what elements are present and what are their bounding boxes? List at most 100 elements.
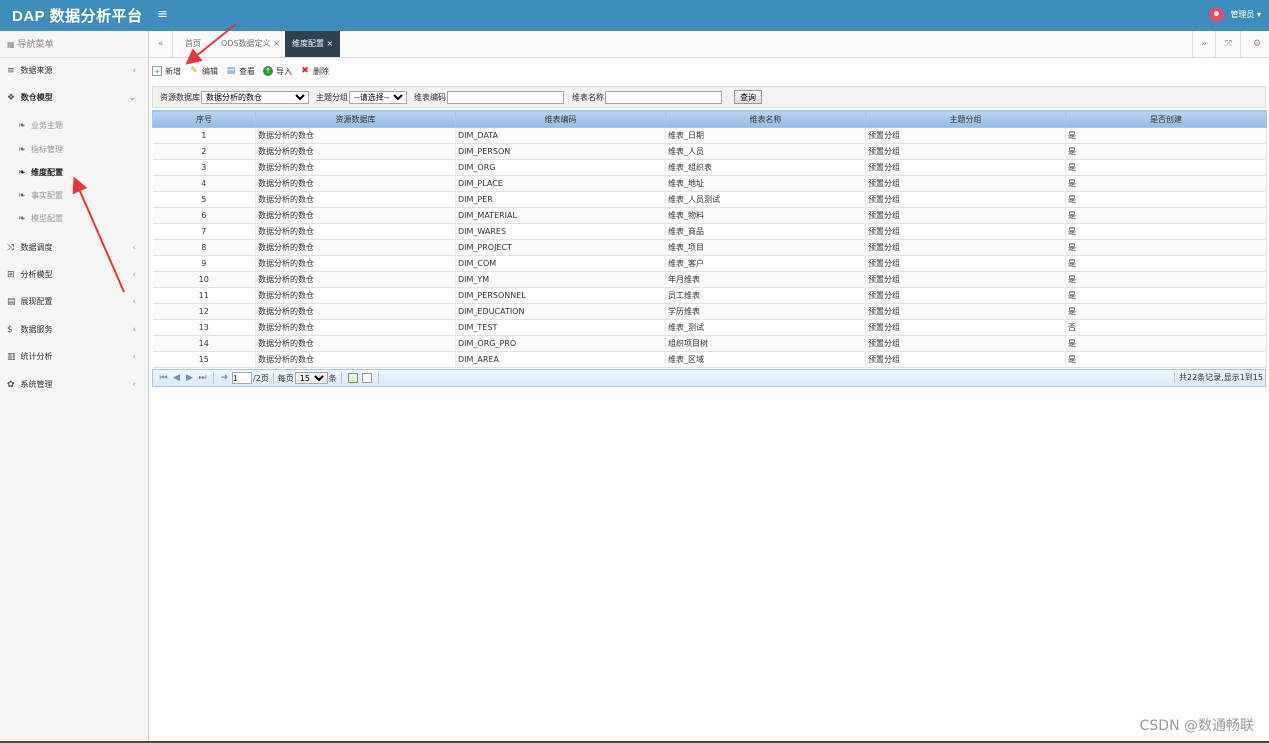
table-row[interactable]: 6 数据分析的数仓 DIM_MATERIAL 维表_物料 预置分组是	[152, 207, 1267, 224]
first-page-icon[interactable]: ⏮	[157, 373, 170, 383]
table-row[interactable]: 2 数据分析的数仓 DIM_PERSON 维表_人员 预置分组是	[152, 143, 1267, 160]
sidebar-item-data-source[interactable]: ≡ 数据来源 ‹	[0, 60, 148, 82]
tab-home[interactable]: 首页	[178, 31, 208, 57]
tab-scroll-right-icon[interactable]: »	[1192, 31, 1216, 57]
column-header[interactable]: 维表名称	[665, 110, 866, 128]
table-row[interactable]: 9 数据分析的数仓 DIM_COM 维表_客户 预置分组是	[152, 255, 1267, 272]
table-row[interactable]: 10 数据分析的数仓 DIM_YM 年月维表 预置分组是	[152, 271, 1267, 288]
prev-page-icon[interactable]: ◀	[170, 373, 183, 383]
column-header[interactable]: 主题分组	[865, 110, 1066, 128]
table-cell: 预置分组	[865, 303, 1066, 320]
table-cell: 是	[1065, 127, 1267, 144]
sitemap-icon: ⊞	[7, 270, 15, 280]
dimension-table: 序号 资源数据库 维表编码 维表名称 主题分组 是否创建 1 数据分析的数仓 DIM_DATA…	[152, 110, 1267, 368]
table-row[interactable]: 11 数据分析的数仓 DIM_PERSONNEL 员工维表 预置分组是	[152, 287, 1267, 304]
gear-icon: ✿	[7, 380, 15, 390]
sidebar-subitem-fact-config[interactable]: ❧ 事实配置	[0, 185, 148, 207]
table-row[interactable]: 7 数据分析的数仓 DIM_WARES 维表_商品 预置分组是	[152, 223, 1267, 240]
search-bar: 资源数据库 数据分析的数仓 主题分组 --请选择-- 维表编码 维表名称 查询	[152, 86, 1266, 108]
tab-scroll-left-icon[interactable]: «	[149, 31, 173, 57]
user-avatar-icon	[1209, 7, 1225, 22]
table-row[interactable]: 1 数据分析的数仓 DIM_DATA 维表_日期 预置分组是	[152, 127, 1267, 144]
top-header: DAP 数据分析平台 ≡ 管理员 ▾	[0, 0, 1269, 31]
column-header[interactable]: 是否创建	[1065, 110, 1267, 128]
view-button[interactable]: ▤ 查看	[226, 66, 255, 77]
table-cell: 是	[1065, 335, 1267, 352]
menu-toggle-icon[interactable]: ≡	[157, 7, 168, 22]
tab-ods-definition[interactable]: ODS数据定义 ×	[214, 31, 287, 57]
table-cell: 是	[1065, 287, 1267, 304]
sidebar-item-scheduling[interactable]: ⤨ 数据调度 ‹	[0, 237, 148, 259]
user-menu[interactable]: 管理员 ▾	[1209, 7, 1261, 22]
table-cell: 预置分组	[865, 143, 1066, 160]
sidebar-subitem-metric-mgmt[interactable]: ❧ 指标管理	[0, 139, 148, 161]
sidebar-subitem-business-topic[interactable]: ❧ 业务主题	[0, 115, 148, 137]
delete-button[interactable]: ✖ 删除	[300, 66, 329, 77]
table-row[interactable]: 5 数据分析的数仓 DIM_PER 维表_人员测试 预置分组是	[152, 191, 1267, 208]
table-row[interactable]: 8 数据分析的数仓 DIM_PROJECT 维表_项目 预置分组是	[152, 239, 1267, 256]
settings-icon[interactable]: ⚙	[1245, 31, 1269, 57]
table-cell: 维表_区域	[665, 351, 866, 368]
fullscreen-icon[interactable]: ⤧	[1217, 31, 1241, 57]
table-cell: DIM_PLACE	[455, 175, 666, 192]
table-cell: 员工维表	[665, 287, 866, 304]
sidebar-item-dw-model[interactable]: ❖ 数仓模型 ⌄	[0, 87, 148, 109]
table-row[interactable]: 4 数据分析的数仓 DIM_PLACE 维表_地址 预置分组是	[152, 175, 1267, 192]
table-row[interactable]: 14 数据分析的数仓 DIM_ORG_PRO 组织项目树 预置分组是	[152, 335, 1267, 352]
table-cell: 是	[1065, 303, 1267, 320]
table-cell: 预置分组	[865, 287, 1066, 304]
pager-divider	[213, 372, 214, 384]
chevron-left-icon: ‹	[132, 325, 136, 335]
sidebar-subitem-model-config[interactable]: ❧ 模型配置	[0, 208, 148, 230]
next-page-icon[interactable]: ▶	[183, 373, 196, 383]
page-input[interactable]	[232, 372, 252, 384]
lib-label: 资源数据库	[160, 92, 200, 102]
go-page-icon[interactable]: ➜	[218, 373, 231, 383]
sidebar-item-analysis-model[interactable]: ⊞ 分析模型 ‹	[0, 264, 148, 286]
export-doc-icon[interactable]	[361, 373, 372, 383]
sidebar-item-system-mgmt[interactable]: ✿ 系统管理 ‹	[0, 374, 148, 396]
code-input[interactable]	[447, 90, 564, 104]
sidebar-subitem-dimension-config[interactable]: ❧ 维度配置	[0, 162, 148, 184]
column-header[interactable]: 资源数据库	[255, 110, 456, 128]
edit-button[interactable]: ✎ 编辑	[189, 66, 218, 77]
table-cell: 维表_商品	[665, 223, 866, 240]
table-cell: 是	[1065, 255, 1267, 272]
import-button[interactable]: ↑ 导入	[263, 66, 292, 77]
sidebar-item-display-config[interactable]: ▤ 展现配置 ‹	[0, 291, 148, 313]
table-row[interactable]: 13 数据分析的数仓 DIM_TEST 维表_测试 预置分组否	[152, 319, 1267, 336]
user-name[interactable]: 管理员 ▾	[1230, 9, 1261, 20]
sidebar-item-statistics[interactable]: ▥ 统计分析 ‹	[0, 346, 148, 368]
table-cell: 4	[152, 175, 256, 192]
last-page-icon[interactable]: ⏭	[196, 373, 209, 383]
name-input[interactable]	[605, 90, 722, 104]
group-select[interactable]: --请选择--	[349, 90, 407, 104]
table-cell: 数据分析的数仓	[255, 351, 456, 368]
refresh-icon[interactable]	[347, 373, 358, 383]
group-label: 主题分组	[316, 92, 348, 102]
sidebar-item-data-service[interactable]: $ 数据服务 ‹	[0, 319, 148, 341]
table-row[interactable]: 15 数据分析的数仓 DIM_AREA 维表_区域 预置分组是	[152, 351, 1267, 368]
table-cell: 数据分析的数仓	[255, 175, 456, 192]
chevron-left-icon: ‹	[132, 352, 136, 362]
table-cell: 是	[1065, 159, 1267, 176]
lib-select[interactable]: 数据分析的数仓	[201, 90, 309, 104]
table-cell: 是	[1065, 191, 1267, 208]
column-header[interactable]: 维表编码	[455, 110, 666, 128]
table-row[interactable]: 3 数据分析的数仓 DIM_ORG 维表_组织表 预置分组是	[152, 159, 1267, 176]
per-page-select[interactable]: 15	[294, 372, 328, 384]
table-cell: 2	[152, 143, 256, 160]
tab-dimension-config[interactable]: 维度配置 ×	[285, 31, 341, 57]
query-button[interactable]: 查询	[734, 90, 762, 104]
table-cell: 预置分组	[865, 191, 1066, 208]
column-header[interactable]: 序号	[152, 110, 256, 128]
table-cell: 数据分析的数仓	[255, 223, 456, 240]
bar-chart-icon: ▥	[7, 352, 16, 362]
table-cell: DIM_ORG	[455, 159, 666, 176]
chevron-left-icon: ‹	[132, 270, 136, 280]
table-cell: 数据分析的数仓	[255, 255, 456, 272]
chevron-left-icon: ‹	[132, 243, 136, 253]
table-row[interactable]: 12 数据分析的数仓 DIM_EDUCATION 学历维表 预置分组是	[152, 303, 1267, 320]
sidebar: ▦ 导航菜单 ≡ 数据来源 ‹ ❖ 数仓模型 ⌄ ❧ 业务主题 ❧ 指标管理 ❧ 维度…	[0, 31, 149, 743]
add-button[interactable]: + 新增	[152, 66, 181, 77]
